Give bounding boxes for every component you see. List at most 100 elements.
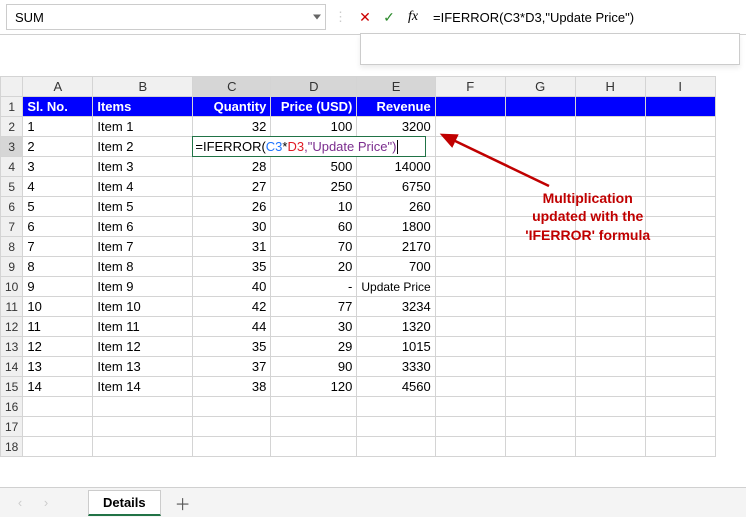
cell[interactable] bbox=[435, 437, 505, 457]
cell[interactable] bbox=[575, 397, 645, 417]
cell[interactable]: 28 bbox=[193, 157, 271, 177]
column-header[interactable]: H bbox=[575, 77, 645, 97]
cell[interactable] bbox=[575, 277, 645, 297]
cell[interactable] bbox=[645, 117, 715, 137]
cell[interactable]: 250 bbox=[271, 177, 357, 197]
column-header[interactable]: F bbox=[435, 77, 505, 97]
cell[interactable]: 27 bbox=[193, 177, 271, 197]
cell[interactable] bbox=[23, 397, 93, 417]
name-box-dropdown-icon[interactable] bbox=[313, 12, 321, 23]
cell[interactable] bbox=[505, 337, 575, 357]
cell[interactable] bbox=[575, 137, 645, 157]
cell[interactable]: 26 bbox=[193, 197, 271, 217]
column-header[interactable]: B bbox=[93, 77, 193, 97]
row-header[interactable]: 14 bbox=[1, 357, 23, 377]
cell[interactable]: 10 bbox=[23, 297, 93, 317]
cell[interactable] bbox=[505, 417, 575, 437]
cell[interactable]: 5 bbox=[23, 197, 93, 217]
cell[interactable]: =IFERROR(C3*D3,"Update Price") bbox=[193, 137, 271, 157]
cell[interactable]: 60 bbox=[271, 217, 357, 237]
cell[interactable]: 700 bbox=[357, 257, 435, 277]
cell[interactable] bbox=[435, 257, 505, 277]
cell[interactable] bbox=[505, 157, 575, 177]
row-header[interactable]: 17 bbox=[1, 417, 23, 437]
cell[interactable] bbox=[645, 137, 715, 157]
cell[interactable] bbox=[435, 397, 505, 417]
cell[interactable] bbox=[357, 397, 435, 417]
cell[interactable]: 2 bbox=[23, 137, 93, 157]
column-header[interactable]: D bbox=[271, 77, 357, 97]
cell[interactable]: Item 11 bbox=[93, 317, 193, 337]
cell[interactable]: Update Price bbox=[357, 277, 435, 297]
row-header[interactable]: 4 bbox=[1, 157, 23, 177]
cell[interactable] bbox=[93, 397, 193, 417]
add-sheet-button[interactable]: ＋ bbox=[167, 491, 199, 515]
cell[interactable] bbox=[645, 417, 715, 437]
cell[interactable] bbox=[645, 257, 715, 277]
cell[interactable]: 13 bbox=[23, 357, 93, 377]
cell[interactable]: Item 5 bbox=[93, 197, 193, 217]
cell[interactable] bbox=[645, 197, 715, 217]
cell[interactable] bbox=[645, 97, 715, 117]
cell[interactable] bbox=[435, 317, 505, 337]
cell[interactable] bbox=[505, 137, 575, 157]
cell[interactable] bbox=[93, 417, 193, 437]
cell[interactable]: Item 4 bbox=[93, 177, 193, 197]
row-header[interactable]: 15 bbox=[1, 377, 23, 397]
formula-input[interactable]: =IFERROR(C3*D3,"Update Price") bbox=[427, 8, 740, 27]
cell[interactable]: 6750 bbox=[357, 177, 435, 197]
row-header[interactable]: 5 bbox=[1, 177, 23, 197]
cell[interactable]: 30 bbox=[193, 217, 271, 237]
cell[interactable] bbox=[271, 397, 357, 417]
column-header[interactable]: C bbox=[193, 77, 271, 97]
cell[interactable] bbox=[575, 357, 645, 377]
cell[interactable]: 35 bbox=[193, 337, 271, 357]
cell[interactable] bbox=[93, 437, 193, 457]
cell[interactable] bbox=[505, 277, 575, 297]
cell[interactable] bbox=[435, 157, 505, 177]
cell[interactable]: Item 6 bbox=[93, 217, 193, 237]
cell[interactable]: 31 bbox=[193, 237, 271, 257]
cell[interactable]: 32 bbox=[193, 117, 271, 137]
cell[interactable] bbox=[645, 217, 715, 237]
cell[interactable] bbox=[505, 357, 575, 377]
cell[interactable] bbox=[645, 397, 715, 417]
cell[interactable]: 4 bbox=[23, 177, 93, 197]
cell[interactable]: 1320 bbox=[357, 317, 435, 337]
row-header[interactable]: 9 bbox=[1, 257, 23, 277]
cell[interactable] bbox=[645, 297, 715, 317]
sheet-tab-active[interactable]: Details bbox=[88, 490, 161, 516]
cell[interactable]: 500 bbox=[271, 157, 357, 177]
cell[interactable] bbox=[505, 297, 575, 317]
cell[interactable] bbox=[645, 177, 715, 197]
column-header[interactable]: G bbox=[505, 77, 575, 97]
cell[interactable] bbox=[575, 117, 645, 137]
select-all-corner[interactable] bbox=[1, 77, 23, 97]
header-cell[interactable]: Price (USD) bbox=[271, 97, 357, 117]
cell[interactable] bbox=[505, 437, 575, 457]
cell[interactable]: Item 8 bbox=[93, 257, 193, 277]
cell[interactable] bbox=[645, 357, 715, 377]
row-header[interactable]: 11 bbox=[1, 297, 23, 317]
prev-sheet-button[interactable]: ‹ bbox=[10, 493, 30, 513]
cell[interactable] bbox=[505, 397, 575, 417]
row-header[interactable]: 18 bbox=[1, 437, 23, 457]
cell[interactable]: 70 bbox=[271, 237, 357, 257]
cell[interactable] bbox=[23, 437, 93, 457]
cell[interactable]: 77 bbox=[271, 297, 357, 317]
cell[interactable]: 44 bbox=[193, 317, 271, 337]
cell[interactable] bbox=[435, 277, 505, 297]
cell[interactable] bbox=[193, 437, 271, 457]
cell[interactable]: Item 13 bbox=[93, 357, 193, 377]
cell[interactable]: 7 bbox=[23, 237, 93, 257]
cell[interactable] bbox=[435, 177, 505, 197]
cell[interactable] bbox=[193, 417, 271, 437]
cell[interactable] bbox=[193, 397, 271, 417]
cancel-icon[interactable]: ✕ bbox=[355, 6, 375, 28]
cell[interactable] bbox=[575, 337, 645, 357]
cell[interactable]: 38 bbox=[193, 377, 271, 397]
cell[interactable]: 120 bbox=[271, 377, 357, 397]
cell[interactable] bbox=[575, 257, 645, 277]
cell[interactable] bbox=[505, 377, 575, 397]
cell[interactable]: 14000 bbox=[357, 157, 435, 177]
